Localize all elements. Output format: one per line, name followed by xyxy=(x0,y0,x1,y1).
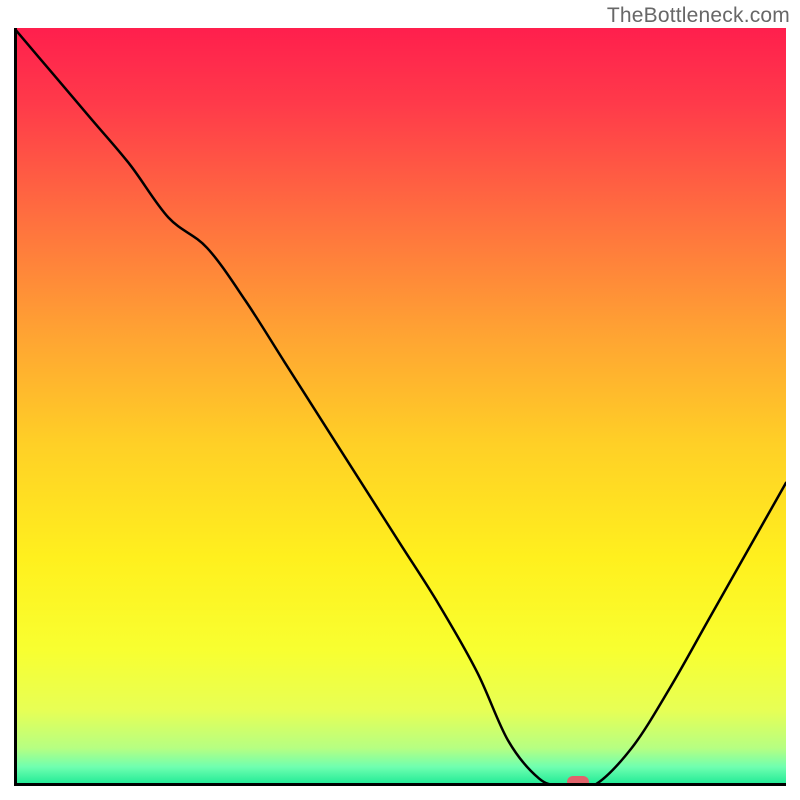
plot-area xyxy=(14,28,786,786)
bottleneck-curve xyxy=(14,28,786,786)
y-axis xyxy=(14,28,17,786)
x-axis xyxy=(14,783,786,786)
chart-container: TheBottleneck.com xyxy=(0,0,800,800)
watermark-text: TheBottleneck.com xyxy=(607,4,790,28)
